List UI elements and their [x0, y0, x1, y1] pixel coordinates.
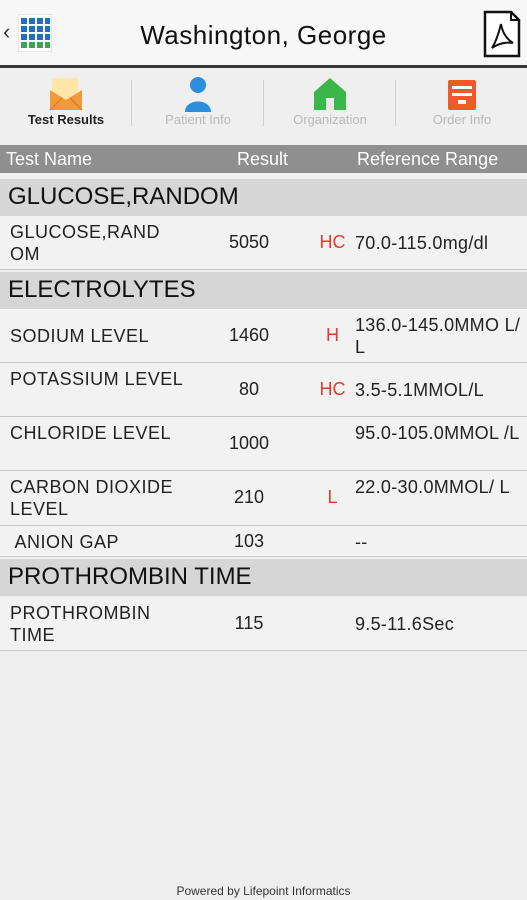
- reference-range: --: [355, 532, 368, 552]
- reference-range: 70.0-115.0mg/dl: [355, 233, 489, 253]
- house-icon: [314, 78, 346, 110]
- column-header: Test Name Result Reference Range: [0, 145, 527, 173]
- result-flag: HC: [319, 379, 346, 399]
- toolbox-icon: [448, 80, 476, 110]
- section-header: PROTHROMBIN TIME: [0, 559, 527, 596]
- tab-bar: Test Results Patient Info Organization O…: [0, 68, 527, 142]
- test-name: GLUCOSE,RAND OM: [10, 222, 161, 264]
- person-icon: [185, 77, 211, 112]
- tab-test-results[interactable]: Test Results: [0, 68, 132, 142]
- column-result: Result: [237, 149, 289, 169]
- reference-range: 22.0-30.0MMOL/ L: [355, 477, 510, 497]
- table-row[interactable]: PROTHROMBIN TIME 115 9.5-11.6Sec: [0, 597, 527, 651]
- test-result: 5050: [228, 232, 270, 252]
- table-row[interactable]: CHLORIDE LEVEL 1000 95.0-105.0MMOL /L: [0, 417, 527, 471]
- reference-range: 3.5-5.1MMOL/L: [355, 380, 484, 400]
- table-row[interactable]: GLUCOSE,RAND OM 5050 HC 70.0-115.0mg/dl: [0, 216, 527, 270]
- page-title: Washington, George: [140, 20, 387, 50]
- test-result: 210: [233, 487, 265, 507]
- column-test-name: Test Name: [6, 149, 93, 169]
- result-flag: HC: [319, 232, 346, 252]
- test-name: PROTHROMBIN TIME: [10, 603, 151, 645]
- app-header: ‹ Washington, George: [0, 0, 527, 68]
- section-title: GLUCOSE,RANDOM: [8, 183, 239, 210]
- table-row[interactable]: ANION GAP 103 --: [0, 526, 527, 557]
- envelope-icon: [49, 78, 83, 111]
- section-header: GLUCOSE,RANDOM: [0, 179, 527, 216]
- test-result: 115: [234, 613, 264, 633]
- reference-range: 95.0-105.0MMOL /L: [355, 423, 520, 443]
- tab-label: Patient Info: [165, 112, 231, 127]
- tab-label: Test Results: [27, 112, 105, 127]
- section-title: PROTHROMBIN TIME: [8, 563, 252, 590]
- section-header: ELECTROLYTES: [0, 272, 527, 309]
- tab-label: Order Info: [432, 112, 492, 127]
- column-reference-range: Reference Range: [357, 149, 499, 169]
- tab-order-info[interactable]: Order Info: [396, 68, 527, 142]
- table-row[interactable]: CARBON DIOXIDE LEVEL 210 L 22.0-30.0MMOL…: [0, 471, 527, 526]
- table-row[interactable]: SODIUM LEVEL 1460 H 136.0-145.0MMO L/L: [0, 309, 527, 363]
- result-flag: H: [326, 325, 339, 345]
- test-result: 80: [238, 379, 260, 399]
- test-name: ANION GAP: [10, 532, 120, 552]
- tab-label: Organization: [293, 112, 367, 127]
- pdf-icon[interactable]: [483, 10, 521, 58]
- section-title: ELECTROLYTES: [8, 276, 196, 303]
- test-name: SODIUM LEVEL: [10, 326, 150, 346]
- result-flag: L: [327, 487, 338, 507]
- test-result: 103: [233, 531, 265, 551]
- test-name: CARBON DIOXIDE LEVEL: [10, 477, 174, 519]
- tab-patient-info[interactable]: Patient Info: [132, 68, 264, 142]
- test-name: POTASSIUM LEVEL: [10, 369, 184, 389]
- tab-organization[interactable]: Organization: [264, 68, 396, 142]
- table-row[interactable]: POTASSIUM LEVEL 80 HC 3.5-5.1MMOL/L: [0, 363, 527, 417]
- reference-range: 9.5-11.6Sec: [355, 614, 455, 634]
- test-result: 1000: [228, 433, 270, 453]
- footer-credit: Powered by Lifepoint Informatics: [176, 884, 351, 898]
- test-result: 1460: [228, 325, 270, 345]
- reference-range: 136.0-145.0MMO L/L: [355, 315, 521, 357]
- test-name: CHLORIDE LEVEL: [10, 423, 172, 443]
